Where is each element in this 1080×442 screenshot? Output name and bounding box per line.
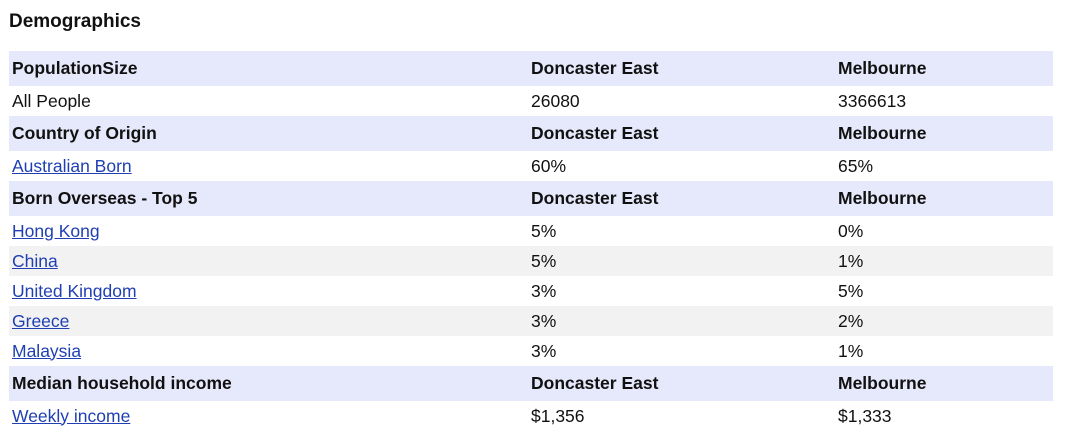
row-label-cell: Malaysia <box>9 341 528 362</box>
region-value: 5% <box>838 280 864 301</box>
column-header-local: Doncaster East <box>531 123 659 143</box>
table-row: Greece 3% 2% <box>9 306 1053 336</box>
local-value: $1,356 <box>531 405 585 426</box>
column-header-local: Doncaster East <box>531 373 659 393</box>
row-label-link[interactable]: China <box>12 251 58 271</box>
row-label-cell: United Kingdom <box>9 281 528 302</box>
row-label-cell: All People <box>9 91 528 112</box>
region-value: $1,333 <box>838 405 892 426</box>
table-row: China 5% 1% <box>9 246 1053 276</box>
local-value: 60% <box>531 155 567 176</box>
section-title: Country of Origin <box>12 123 157 143</box>
local-value: 3% <box>531 340 557 361</box>
section-title: Born Overseas - Top 5 <box>12 188 198 208</box>
row-label-link[interactable]: Weekly income <box>12 406 130 426</box>
local-value: 3% <box>531 280 557 301</box>
local-value: 26080 <box>531 90 580 111</box>
row-label-link[interactable]: Greece <box>12 311 69 331</box>
section-title: PopulationSize <box>12 58 138 78</box>
section-header-row: Median household income Doncaster East Mel… <box>9 366 1053 401</box>
region-value: 2% <box>838 310 864 331</box>
row-label-cell: Greece <box>9 311 528 332</box>
column-header-local: Doncaster East <box>531 188 659 208</box>
table-row: Hong Kong 5% 0% <box>9 216 1053 246</box>
table-row: All People 26080 3366613 <box>9 86 1053 116</box>
table-row: Weekly income $1,356 $1,333 <box>9 401 1053 431</box>
demographics-table: PopulationSize Doncaster East Melbourne All… <box>9 51 1053 431</box>
region-value: 1% <box>838 250 864 271</box>
section-header-row: Born Overseas - Top 5 Doncaster East Melbo… <box>9 181 1053 216</box>
column-header-region: Melbourne <box>838 373 927 393</box>
page-title: Demographics <box>9 11 141 32</box>
row-label: All People <box>12 90 91 111</box>
column-header-local: Doncaster East <box>531 58 659 78</box>
region-value: 65% <box>838 155 874 176</box>
row-label-cell: China <box>9 251 528 272</box>
row-label-cell: Australian Born <box>9 156 528 177</box>
local-value: 5% <box>531 220 557 241</box>
local-value: 3% <box>531 310 557 331</box>
table-row: United Kingdom 3% 5% <box>9 276 1053 306</box>
row-label-link[interactable]: United Kingdom <box>12 281 137 301</box>
region-value: 1% <box>838 340 864 361</box>
row-label-cell: Hong Kong <box>9 221 528 242</box>
table-row: Malaysia 3% 1% <box>9 336 1053 366</box>
row-label-link[interactable]: Australian Born <box>12 156 132 176</box>
row-label-link[interactable]: Malaysia <box>12 341 81 361</box>
column-header-region: Melbourne <box>838 123 927 143</box>
region-value: 3366613 <box>838 90 907 111</box>
row-label-cell: Weekly income <box>9 406 528 427</box>
section-title: Median household income <box>12 373 232 393</box>
local-value: 5% <box>531 250 557 271</box>
column-header-region: Melbourne <box>838 58 927 78</box>
section-header-row: PopulationSize Doncaster East Melbourne <box>9 51 1053 86</box>
region-value: 0% <box>838 220 864 241</box>
section-header-row: Country of Origin Doncaster East Melbourne <box>9 116 1053 151</box>
row-label-link[interactable]: Hong Kong <box>12 221 100 241</box>
column-header-region: Melbourne <box>838 188 927 208</box>
table-row: Australian Born 60% 65% <box>9 151 1053 181</box>
